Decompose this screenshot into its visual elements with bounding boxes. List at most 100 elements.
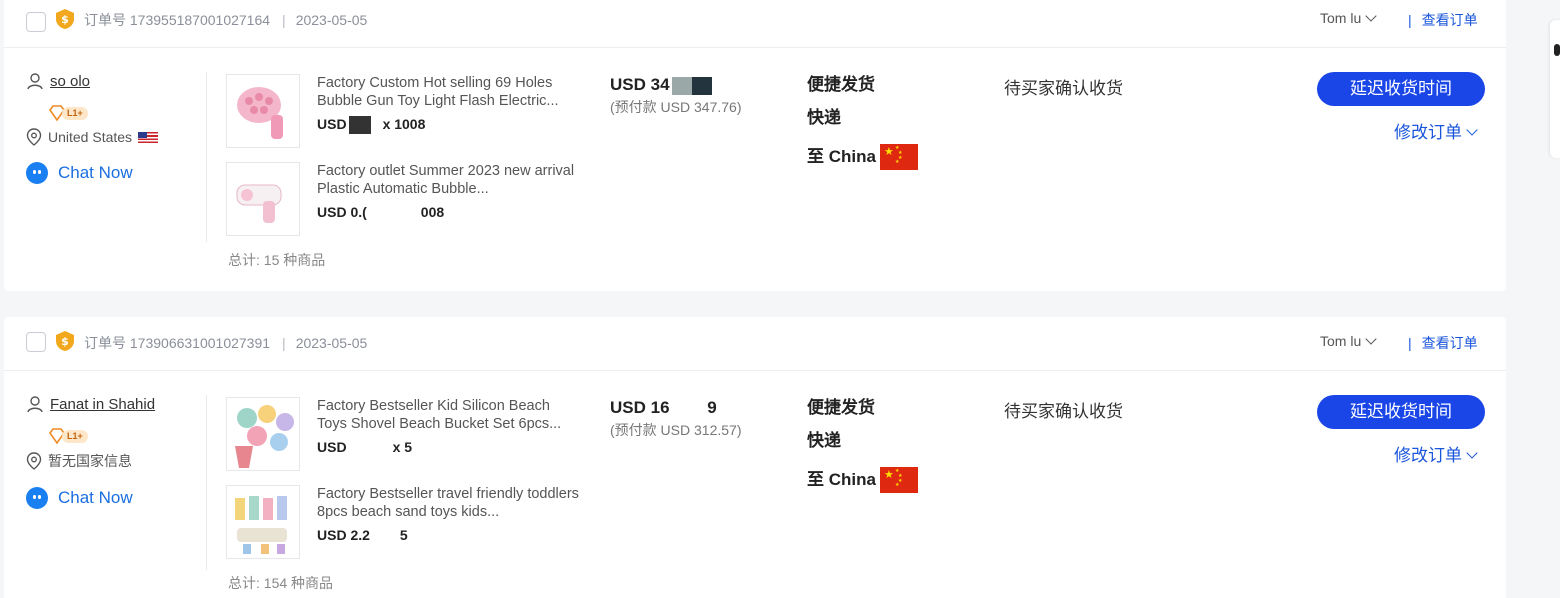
level-label: L1+ (62, 107, 88, 120)
redacted-block (671, 76, 692, 95)
order-amount: USD 16 9 (预付款 USD 312.57) (610, 398, 741, 440)
quantity: 008 (420, 204, 445, 220)
quantity: x 5 (392, 439, 413, 455)
sand-toys-image (227, 486, 299, 558)
buyer-name-link[interactable]: Fanat in Shahid (26, 395, 196, 413)
order-date: 2023-05-05 (295, 335, 368, 351)
side-panel-edge[interactable] (1550, 20, 1560, 158)
product-thumbnail[interactable] (226, 74, 300, 148)
assignee-dropdown[interactable]: Tom lu (1320, 10, 1377, 26)
order-status: 待买家确认收货 (1004, 402, 1123, 421)
view-order-link[interactable]: | 查看订单 (1408, 333, 1478, 353)
order-header: $ 订单号 173955187001027164 | 2023-05-05 Tom … (4, 0, 1506, 48)
shipping-method: 便捷发货 (807, 75, 875, 94)
country-name: United States (48, 129, 133, 145)
chevron-down-icon (1466, 447, 1478, 459)
destination-label: 至 China (807, 147, 876, 166)
modify-order-dropdown[interactable]: 修改订单 (1394, 118, 1478, 143)
order-date: 2023-05-05 (295, 12, 368, 28)
redacted-block (691, 76, 712, 95)
destination: 至 China ★ ★ ★ ★ ★ (807, 463, 918, 496)
location-pin-icon (26, 128, 42, 146)
chat-now-button[interactable]: Chat Now (26, 162, 196, 184)
view-order-label: 查看订单 (1421, 12, 1478, 28)
redacted-block (367, 205, 421, 221)
product-thumbnail[interactable] (226, 485, 300, 559)
order-amount: USD 34 (预付款 USD 347.76) (610, 75, 741, 117)
product-price: USD x 1008 (317, 116, 426, 135)
order-header: $ 订单号 173906631001027391 | 2023-05-05 Tom … (4, 317, 1506, 371)
quantity: x 1008 (382, 116, 426, 132)
shipping-type: 快递 (807, 108, 841, 127)
product-thumbnail[interactable] (226, 397, 300, 471)
location-pin-icon (26, 452, 42, 470)
shipping-info: 便捷发货 快递 至 China ★ ★ ★ ★ ★ (807, 68, 918, 173)
country-name: 暂无国家信息 (48, 453, 132, 469)
chat-icon (26, 162, 48, 184)
order-number: 订单号 173906631001027391 (84, 335, 271, 351)
svg-text:$: $ (61, 335, 69, 348)
order-status: 待买家确认收货 (1004, 79, 1123, 98)
order-meta: 订单号 173955187001027164 | 2023-05-05 (84, 12, 368, 28)
user-icon (27, 396, 43, 413)
extend-receipt-button[interactable]: 延迟收货时间 (1317, 72, 1485, 106)
svg-text:$: $ (61, 13, 69, 26)
shipping-method: 便捷发货 (807, 398, 875, 417)
order-select-checkbox[interactable] (26, 332, 46, 352)
bubble-gun-white-image (227, 163, 299, 235)
chat-now-label: Chat Now (58, 163, 133, 182)
product-title-link[interactable]: Factory Bestseller travel friendly toddl… (317, 485, 579, 521)
amount-prepay: (预付款 USD 312.57) (610, 422, 742, 438)
bubble-gun-image (227, 75, 299, 147)
buyer-name: so olo (50, 72, 91, 90)
amount-main: USD 34 (610, 75, 741, 95)
china-flag-icon: ★ ★ ★ ★ ★ (879, 466, 918, 493)
order-select-checkbox[interactable] (26, 12, 46, 32)
view-order-label: 查看订单 (1421, 335, 1478, 351)
product-title-link[interactable]: Factory Custom Hot selling 69 Holes Bubb… (317, 74, 579, 110)
total-items: 总计: 15 种商品 (228, 252, 326, 268)
product-price: USD 0.( 008 (317, 204, 444, 221)
unit-price: USD 0.( (317, 204, 367, 220)
quantity: 5 (399, 527, 408, 543)
destination-label: 至 China (807, 470, 876, 489)
redacted-block (348, 116, 371, 135)
chat-now-label: Chat Now (58, 488, 133, 507)
redacted-block (370, 528, 400, 544)
total-items: 总计: 154 种商品 (228, 575, 334, 591)
amount-main: USD 16 9 (610, 398, 717, 417)
buyer-level-badge: L1+ (48, 427, 98, 445)
divider (206, 395, 207, 570)
trade-assurance-icon: $ (56, 9, 74, 29)
user-icon (27, 73, 43, 90)
product-price: USD 2.2 5 (317, 527, 408, 544)
view-order-link[interactable]: | 查看订单 (1408, 10, 1478, 30)
order-meta: 订单号 173906631001027391 | 2023-05-05 (84, 335, 368, 351)
destination: 至 China ★ ★ ★ ★ ★ (807, 140, 918, 173)
shipping-type: 快递 (807, 431, 841, 450)
modify-order-label: 修改订单 (1394, 123, 1462, 142)
beach-toys-image (227, 398, 299, 470)
chevron-down-icon (1365, 10, 1377, 22)
extend-receipt-button[interactable]: 延迟收货时间 (1317, 395, 1485, 429)
buyer-name: Fanat in Shahid (50, 395, 156, 413)
product-item: Factory Bestseller Kid Silicon Beach Toy… (226, 397, 586, 473)
chat-now-button[interactable]: Chat Now (26, 487, 196, 509)
trade-assurance-icon: $ (56, 331, 74, 351)
shipping-info: 便捷发货 快递 至 China ★ ★ ★ ★ ★ (807, 391, 918, 496)
product-title-link[interactable]: Factory outlet Summer 2023 new arrival P… (317, 162, 579, 198)
buyer-country: United States (26, 128, 196, 146)
unit-price: USD 2.2 (317, 527, 370, 543)
divider (206, 72, 207, 242)
redacted-block (347, 440, 381, 456)
order-card: $ 订单号 173955187001027164 | 2023-05-05 Tom … (4, 0, 1506, 291)
modify-order-label: 修改订单 (1394, 446, 1462, 465)
product-thumbnail[interactable] (226, 162, 300, 236)
assignee-dropdown[interactable]: Tom lu (1320, 333, 1377, 349)
buyer-info: so olo L1+ United States Chat Now (26, 72, 196, 184)
buyer-name-link[interactable]: so olo (26, 72, 196, 90)
product-title-link[interactable]: Factory Bestseller Kid Silicon Beach Toy… (317, 397, 579, 433)
modify-order-dropdown[interactable]: 修改订单 (1394, 441, 1478, 466)
buyer-country: 暂无国家信息 (26, 451, 196, 471)
chat-icon (26, 487, 48, 509)
